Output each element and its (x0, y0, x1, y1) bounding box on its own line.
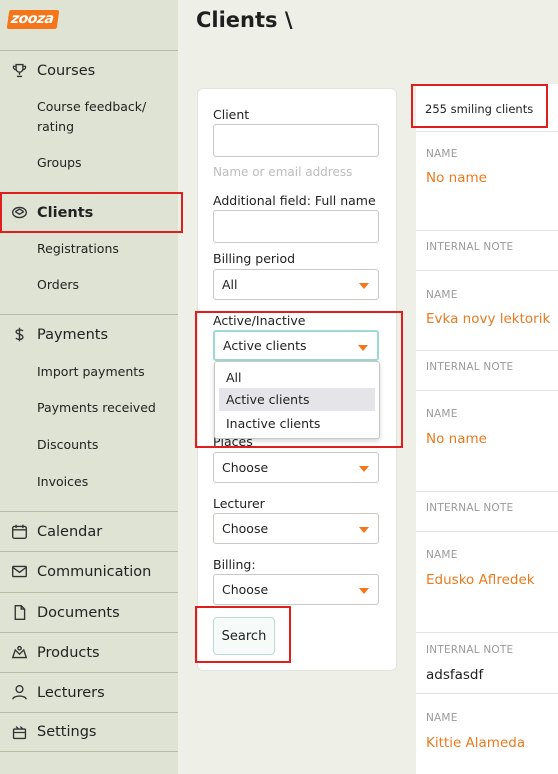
internal-note-value: adsfasdf (426, 667, 484, 683)
places-value: Choose (222, 460, 269, 475)
trophy-icon (10, 62, 28, 80)
page-title: Clients \ (196, 8, 293, 32)
sidebar-item-settings[interactable]: Settings (0, 712, 178, 752)
client-search-input[interactable] (213, 124, 379, 157)
sidebar-item-label: Payments (37, 326, 109, 343)
calendar-icon (10, 523, 28, 541)
sidebar-item-course-feedback-rating[interactable]: rating (0, 117, 178, 137)
envelope-icon (10, 563, 28, 581)
client-input-hint: Name or email address (213, 165, 353, 179)
sidebar-item-documents[interactable]: Documents (0, 592, 178, 632)
lecturer-label: Lecturer (213, 496, 265, 511)
annotation-client-count (411, 84, 548, 128)
sidebar-item-label: Courses (37, 62, 96, 79)
sidebar-item-calendar[interactable]: Calendar (0, 511, 178, 551)
sidebar-item-groups[interactable]: Groups (0, 153, 178, 173)
lecturer-select[interactable]: Choose (213, 513, 379, 544)
additional-field-label: Additional field: Full name (213, 193, 376, 208)
sidebar-item-label: Course feedback/ (37, 99, 147, 114)
divider (416, 230, 558, 231)
document-icon (10, 604, 28, 622)
client-name[interactable]: Kittie Alameda (426, 735, 525, 751)
lecturer-value: Choose (222, 521, 269, 536)
chevron-down-icon (359, 466, 369, 472)
sidebar-item-label: Lecturers (37, 684, 105, 701)
internal-note-label: INTERNAL NOTE (426, 361, 514, 373)
client-name[interactable]: No name (426, 431, 487, 447)
divider (416, 350, 558, 351)
sidebar-item-course-feedback[interactable]: Course feedback/ (0, 97, 178, 117)
client-name[interactable]: No name (426, 170, 487, 186)
sidebar-item-label: Groups (37, 155, 82, 170)
name-label: NAME (426, 148, 458, 160)
zooza-logo[interactable]: zooza (6, 8, 60, 29)
sidebar-item-discounts[interactable]: Discounts (0, 435, 178, 455)
client-name[interactable]: Evka novy lektorik (426, 311, 550, 327)
divider (416, 531, 558, 532)
chevron-down-icon (359, 588, 369, 594)
sidebar-item-courses[interactable]: Courses (0, 50, 178, 90)
sidebar-item-label: Payments received (37, 400, 156, 415)
sidebar-item-label: Orders (37, 277, 80, 292)
divider (416, 390, 558, 391)
sidebar-item-label: Invoices (37, 474, 89, 489)
chevron-down-icon (359, 527, 369, 533)
sidebar-item-label: Settings (37, 724, 97, 740)
sidebar-item-registrations[interactable]: Registrations (0, 239, 178, 259)
name-label: NAME (426, 289, 458, 301)
sidebar-item-invoices[interactable]: Invoices (0, 472, 178, 492)
sidebar: zooza Courses Course feedback/ rating Gr… (0, 0, 178, 774)
annotation-search (195, 606, 291, 663)
internal-note-label: INTERNAL NOTE (426, 644, 514, 656)
sidebar-item-communication[interactable]: Communication (0, 551, 178, 591)
name-label: NAME (426, 408, 458, 420)
chevron-down-icon (359, 283, 369, 289)
annotation-clients (0, 192, 183, 233)
sidebar-item-lecturers[interactable]: Lecturers (0, 672, 178, 712)
places-select[interactable]: Choose (213, 452, 379, 483)
billing-select[interactable]: Choose (213, 574, 379, 605)
sidebar-item-label: Discounts (37, 437, 99, 452)
billing-label: Billing: (213, 557, 256, 572)
billing-value: Choose (222, 582, 269, 597)
sidebar-item-products[interactable]: Products (0, 632, 178, 672)
client-name[interactable]: Edusko Aflredek (426, 572, 535, 588)
divider (416, 693, 558, 694)
billing-period-value: All (222, 277, 238, 292)
sidebar-item-orders[interactable]: Orders (0, 275, 178, 295)
internal-note-label: INTERNAL NOTE (426, 241, 514, 253)
billing-period-label: Billing period (213, 251, 296, 266)
sidebar-item-label: Import payments (37, 364, 145, 379)
divider (416, 270, 558, 271)
annotation-active-filter (195, 311, 403, 448)
sidebar-item-label: Calendar (37, 523, 103, 540)
internal-note-label: INTERNAL NOTE (426, 502, 514, 514)
sidebar-item-payments-received[interactable]: Payments received (0, 398, 178, 418)
divider (416, 491, 558, 492)
sidebar-item-label: Products (37, 644, 100, 661)
sidebar-item-label: Communication (37, 563, 152, 580)
user-icon (10, 684, 28, 702)
divider (416, 632, 558, 633)
sidebar-item-import-payments[interactable]: Import payments (0, 362, 178, 382)
billing-period-select[interactable]: All (213, 269, 379, 300)
additional-field-input[interactable] (213, 210, 379, 243)
sidebar-item-label: Documents (37, 604, 120, 621)
dollar-icon (10, 326, 28, 344)
settings-icon (10, 723, 28, 741)
name-label: NAME (426, 549, 458, 561)
sidebar-item-label: Registrations (37, 241, 119, 256)
sidebar-item-payments[interactable]: Payments (0, 314, 178, 354)
products-icon (10, 644, 28, 662)
name-label: NAME (426, 712, 458, 724)
sidebar-item-label: rating (37, 119, 75, 134)
client-label: Client (213, 107, 250, 122)
